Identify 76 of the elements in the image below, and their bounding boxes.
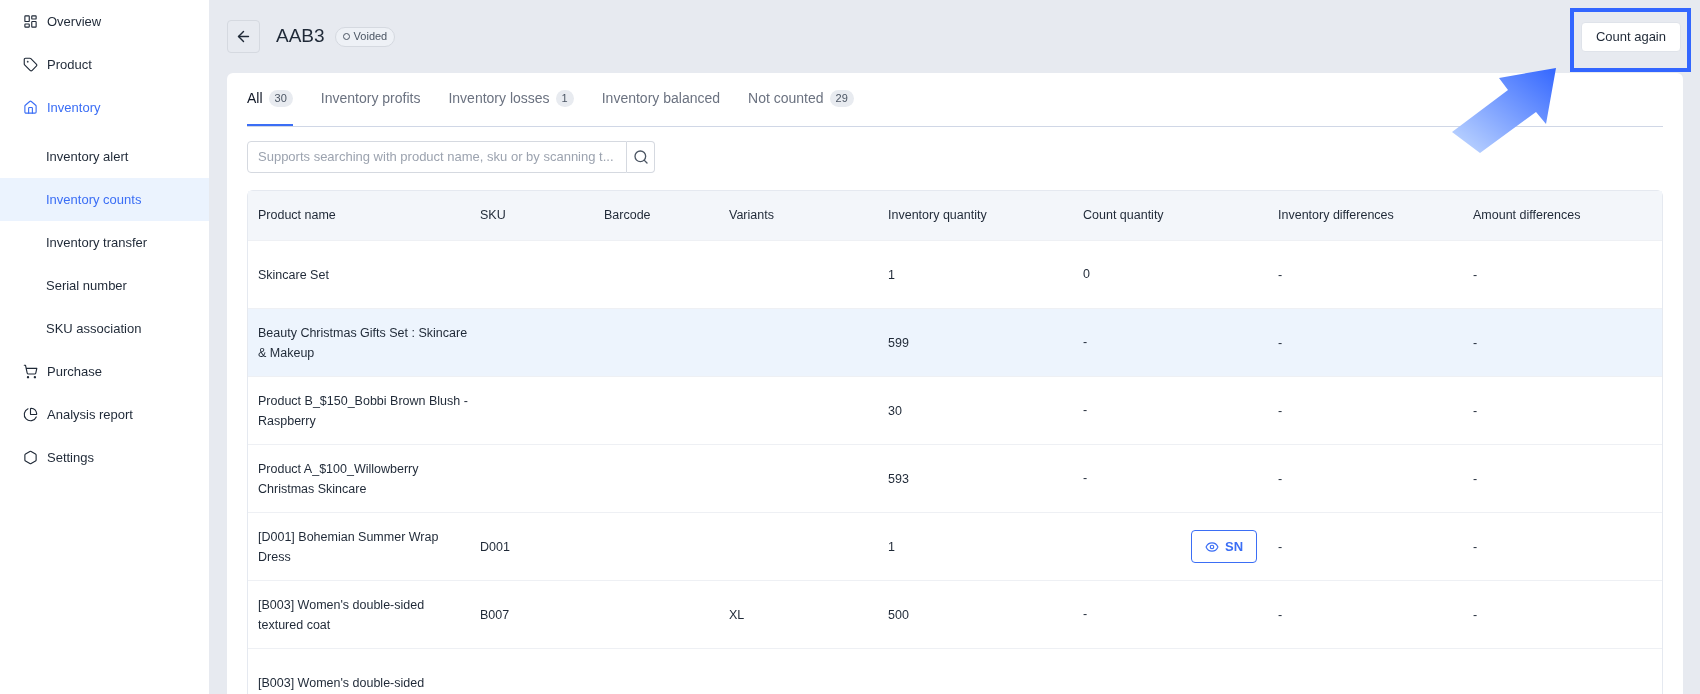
tab[interactable]: Inventory losses 1	[448, 73, 574, 126]
sidebar-item[interactable]: Purchase	[0, 350, 209, 393]
sidebar-item[interactable]: Analysis report	[0, 393, 209, 436]
table-cell: Beauty Christmas Gifts Set : Skincare & Makeup	[258, 325, 468, 360]
sidebar-subitem[interactable]: Serial number	[0, 264, 209, 307]
column-header: Inventory differences	[1278, 208, 1394, 223]
cart-icon	[23, 364, 38, 379]
count-badge: 1	[555, 90, 574, 107]
sidebar-item[interactable]: Settings	[0, 436, 209, 479]
table-cell: 1	[888, 539, 895, 554]
back-button[interactable]	[227, 20, 260, 53]
tab[interactable]: Inventory balanced	[601, 73, 721, 126]
table-cell: Product A_$100_Willowberry Christmas Skincare	[258, 461, 419, 496]
sidebar-subitem[interactable]: Inventory alert	[0, 135, 209, 178]
column-header: Product name	[258, 208, 336, 223]
status-badge: Voided	[334, 26, 396, 47]
search-field[interactable]: Supports searching with product name, sku or by scanning t...	[247, 141, 627, 173]
column-header: Variants	[729, 208, 774, 223]
table-cell: -	[1083, 607, 1088, 622]
count-again-button[interactable]: Count again	[1580, 21, 1681, 52]
table-cell: -	[1473, 539, 1478, 554]
table-cell: -	[1083, 471, 1088, 486]
pie-chart-icon	[23, 407, 38, 422]
house-icon	[23, 100, 38, 115]
serial-number-button[interactable]: SN	[1191, 530, 1258, 563]
table-cell: [D001] Bohemian Summer Wrap Dress	[258, 529, 439, 564]
search-icon	[632, 149, 649, 165]
table-cell: 0	[1083, 267, 1090, 282]
table-cell: XL	[729, 607, 745, 622]
count-badge: 29	[829, 90, 854, 107]
table-cell: -	[1473, 267, 1478, 282]
eye-icon	[1205, 539, 1219, 554]
table-cell: -	[1278, 267, 1283, 282]
table-cell: -	[1473, 403, 1478, 418]
column-header: Inventory quantity	[888, 208, 987, 223]
table-cell: [B003] Women's double-sided	[258, 675, 425, 690]
sidebar-item[interactable]: Product	[0, 43, 209, 86]
page-title: AAB3	[276, 24, 325, 49]
hexagon-icon	[23, 450, 38, 465]
sidebar-item[interactable]: Inventory	[0, 86, 209, 129]
table-cell: -	[1278, 471, 1283, 486]
table-cell: -	[1278, 403, 1283, 418]
column-header: Count quantity	[1083, 208, 1164, 223]
table-cell: [B003] Women's double-sided textured coat	[258, 597, 425, 632]
arrow-left-icon	[235, 28, 252, 45]
table-cell: -	[1278, 607, 1283, 622]
tab[interactable]: Not counted 29	[748, 73, 854, 126]
column-header: Barcode	[604, 208, 651, 223]
sidebar-subitem[interactable]: Inventory transfer	[0, 221, 209, 264]
table-cell: 1	[888, 267, 895, 282]
count-badge: 30	[268, 90, 293, 107]
table-cell: 30	[888, 403, 902, 418]
table-cell: -	[1278, 539, 1283, 554]
tab[interactable]: Inventory profits	[320, 73, 421, 126]
table-cell: 500	[888, 607, 909, 622]
sidebar-item[interactable]: Overview	[0, 0, 209, 43]
table-cell: -	[1083, 403, 1088, 418]
tag-icon	[23, 57, 38, 72]
tab[interactable]: All 30	[247, 73, 293, 126]
table-cell: D001	[480, 539, 510, 554]
table-cell: 593	[888, 471, 909, 486]
table-cell: Skincare Set	[258, 267, 329, 282]
layout-icon	[23, 14, 38, 29]
table-cell: 599	[888, 335, 909, 350]
sidebar-subitem[interactable]: SKU association	[0, 307, 209, 350]
sidebar-subitem[interactable]: Inventory counts	[0, 178, 209, 221]
table-cell: -	[1473, 471, 1478, 486]
table-cell: B007	[480, 607, 510, 622]
table-cell: -	[1278, 335, 1283, 350]
table-cell: -	[1473, 607, 1478, 622]
column-header: SKU	[480, 208, 506, 223]
table-cell: Product B_$150_Bobbi Brown Blush - Raspberry	[258, 393, 468, 428]
column-header: Amount differences	[1473, 208, 1581, 223]
table-cell: -	[1473, 335, 1478, 350]
table-cell: -	[1083, 335, 1088, 350]
search-button[interactable]	[627, 141, 655, 173]
